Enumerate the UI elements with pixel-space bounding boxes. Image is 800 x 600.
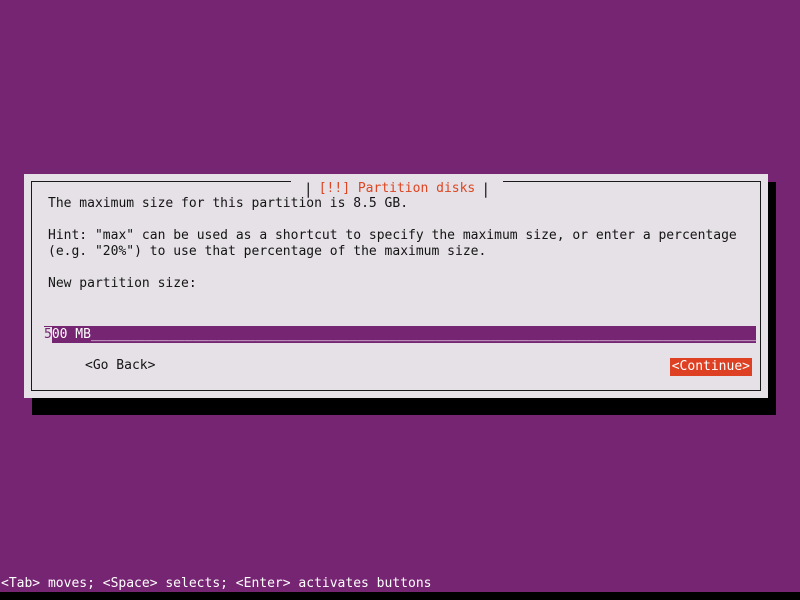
input-cursor: 5 xyxy=(44,326,52,343)
content-spacer-2 xyxy=(40,260,768,276)
dialog-frame-border: | [!!] Partition disks | The maximum siz… xyxy=(31,181,761,391)
input-underscore-fill: ________________________________________… xyxy=(90,326,756,342)
hint-text-line-1: Hint: "max" can be used as a shortcut to… xyxy=(48,228,737,243)
hint-text-line-2: (e.g. "20%") to use that percentage of t… xyxy=(48,244,487,259)
dialog-button-row: <Go Back> <Continue> xyxy=(40,358,762,376)
bottom-black-strip xyxy=(0,592,800,600)
status-bar-text: <Tab> moves; <Space> selects; <Enter> ac… xyxy=(1,575,432,591)
content-spacer-1 xyxy=(40,212,768,228)
new-partition-size-label: New partition size: xyxy=(48,276,197,291)
installer-screen: | [!!] Partition disks | The maximum siz… xyxy=(0,0,800,600)
title-separator-left: | xyxy=(303,180,313,198)
continue-button[interactable]: <Continue> xyxy=(669,358,752,376)
max-size-text: The maximum size for this partition is 8… xyxy=(48,196,409,211)
status-bar: <Tab> moves; <Space> selects; <Enter> ac… xyxy=(0,575,800,592)
partition-size-input[interactable]: 5 00 MB __________________________________… xyxy=(44,326,756,343)
input-value: 00 MB xyxy=(51,326,91,342)
dialog-title-wrap: | [!!] Partition disks | xyxy=(290,180,504,198)
title-separator-right: | xyxy=(481,180,491,198)
dialog-title: [!!] Partition disks xyxy=(318,181,476,196)
dialog-content: The maximum size for this partition is 8… xyxy=(40,196,768,292)
go-back-button[interactable]: <Go Back> xyxy=(84,358,156,374)
partition-disks-dialog: | [!!] Partition disks | The maximum siz… xyxy=(24,174,768,398)
